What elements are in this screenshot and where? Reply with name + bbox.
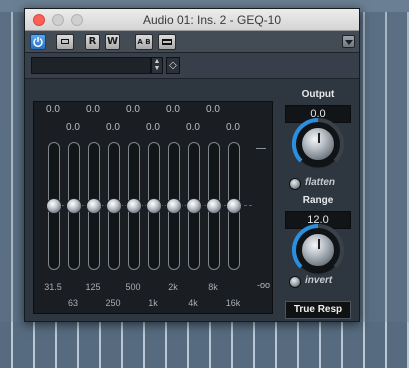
frequency-label: 500 (125, 282, 141, 292)
band-slider-track[interactable] (66, 142, 82, 270)
band-gain-readout[interactable]: 0.0 (118, 104, 148, 115)
frequency-label: 250 (105, 298, 121, 308)
ab-compare-button[interactable]: A B (135, 34, 153, 50)
frequency-label: 4k (188, 298, 198, 308)
power-icon (33, 37, 43, 47)
window-title: Audio 01: Ins. 2 - GEQ-10 (142, 13, 282, 27)
range-knob-cap (301, 233, 335, 267)
band-gain-readout[interactable]: 0.0 (158, 104, 188, 115)
output-knob-pointer (318, 133, 320, 143)
preset-up-arrow-icon[interactable]: ▲ (152, 58, 162, 65)
frequency-label: 16k (225, 298, 241, 308)
band-slider-track[interactable] (206, 142, 222, 270)
minus-infinity-label: -oo (257, 280, 271, 290)
read-automation-button[interactable]: R (85, 34, 100, 50)
band-slider-knob[interactable] (186, 198, 202, 214)
plugin-toolbar: R W A B (25, 31, 359, 53)
output-knob[interactable] (291, 117, 345, 171)
frequency-label: 125 (85, 282, 101, 292)
band-slider-track[interactable] (186, 142, 202, 270)
write-automation-button[interactable]: W (105, 34, 120, 50)
band-slider-track[interactable] (166, 142, 182, 270)
plugin-window: Audio 01: Ins. 2 - GEQ-10 R W A B ▲ ▼ ◇ (24, 8, 360, 322)
band-slider-knob[interactable] (86, 198, 102, 214)
band-gain-readout[interactable]: 0.0 (98, 122, 128, 133)
range-knob-pointer (318, 239, 320, 249)
band-slider-track[interactable] (46, 142, 62, 270)
preset-stepper[interactable]: ▲ ▼ (151, 57, 163, 74)
flatten-label: flatten (305, 177, 335, 188)
band-slider-knob[interactable] (46, 198, 62, 214)
band-gain-readout[interactable]: 0.0 (218, 122, 248, 133)
band-gain-readout[interactable]: 0.0 (138, 122, 168, 133)
track-lanes (0, 322, 409, 368)
band-slider-track[interactable] (106, 142, 122, 270)
band-slider-knob[interactable] (146, 198, 162, 214)
diamond-icon: ◇ (169, 60, 177, 71)
frequency-label: 31.5 (44, 282, 62, 292)
invert-label: invert (305, 275, 333, 286)
preset-icon (162, 39, 172, 45)
band-slider-knob[interactable] (226, 198, 242, 214)
preset-bar: ▲ ▼ ◇ (25, 53, 359, 79)
band-gain-readout[interactable]: 0.0 (178, 122, 208, 133)
frequency-label: 1k (148, 298, 158, 308)
band-slider-knob[interactable] (206, 198, 222, 214)
preset-name-field[interactable] (31, 57, 151, 74)
frequency-label: 8k (208, 282, 218, 292)
band-gain-readout[interactable]: 0.0 (58, 122, 88, 133)
max-gain-marker (256, 148, 266, 149)
band-slider-track[interactable] (146, 142, 162, 270)
true-response-button[interactable]: True Resp (285, 301, 351, 319)
preset-store-button[interactable]: ◇ (166, 57, 180, 74)
frequency-label: 63 (67, 298, 78, 308)
bypass-button[interactable] (56, 34, 74, 50)
bypass-icon (61, 39, 69, 44)
band-gain-readout[interactable]: 0.0 (78, 104, 108, 115)
preset-options-button[interactable] (158, 34, 176, 50)
band-gain-readout[interactable]: 0.0 (38, 104, 68, 115)
range-knob[interactable] (291, 223, 345, 275)
band-slider-track[interactable] (226, 142, 242, 270)
toolbar-menu-button[interactable] (342, 35, 355, 48)
output-section: Output 0.0 flatten Range 12.0 invert Tru… (277, 79, 359, 321)
graphic-eq-display: 0.0 0.0 0.0 0.0 0.0 0.0 0.0 0.0 0.0 0.0 … (33, 101, 273, 314)
band-gain-readout[interactable]: 0.0 (198, 104, 228, 115)
plugin-panel: 0.0 0.0 0.0 0.0 0.0 0.0 0.0 0.0 0.0 0.0 … (25, 79, 359, 321)
output-knob-cap (301, 127, 335, 161)
invert-toggle-button[interactable] (289, 276, 301, 288)
band-slider-track[interactable] (86, 142, 102, 270)
band-slider-knob[interactable] (66, 198, 82, 214)
flatten-toggle[interactable]: flatten (285, 177, 357, 191)
frequency-label: 2k (168, 282, 178, 292)
band-slider-knob[interactable] (166, 198, 182, 214)
band-slider-knob[interactable] (126, 198, 142, 214)
band-slider-knob[interactable] (106, 198, 122, 214)
preset-down-arrow-icon[interactable]: ▼ (152, 65, 162, 72)
title-bar[interactable]: Audio 01: Ins. 2 - GEQ-10 (25, 9, 359, 31)
range-label: Range (302, 195, 334, 206)
power-button[interactable] (30, 34, 46, 50)
output-label: Output (301, 89, 335, 100)
flatten-toggle-button[interactable] (289, 178, 301, 190)
band-slider-track[interactable] (126, 142, 142, 270)
invert-toggle[interactable]: invert (285, 275, 357, 289)
